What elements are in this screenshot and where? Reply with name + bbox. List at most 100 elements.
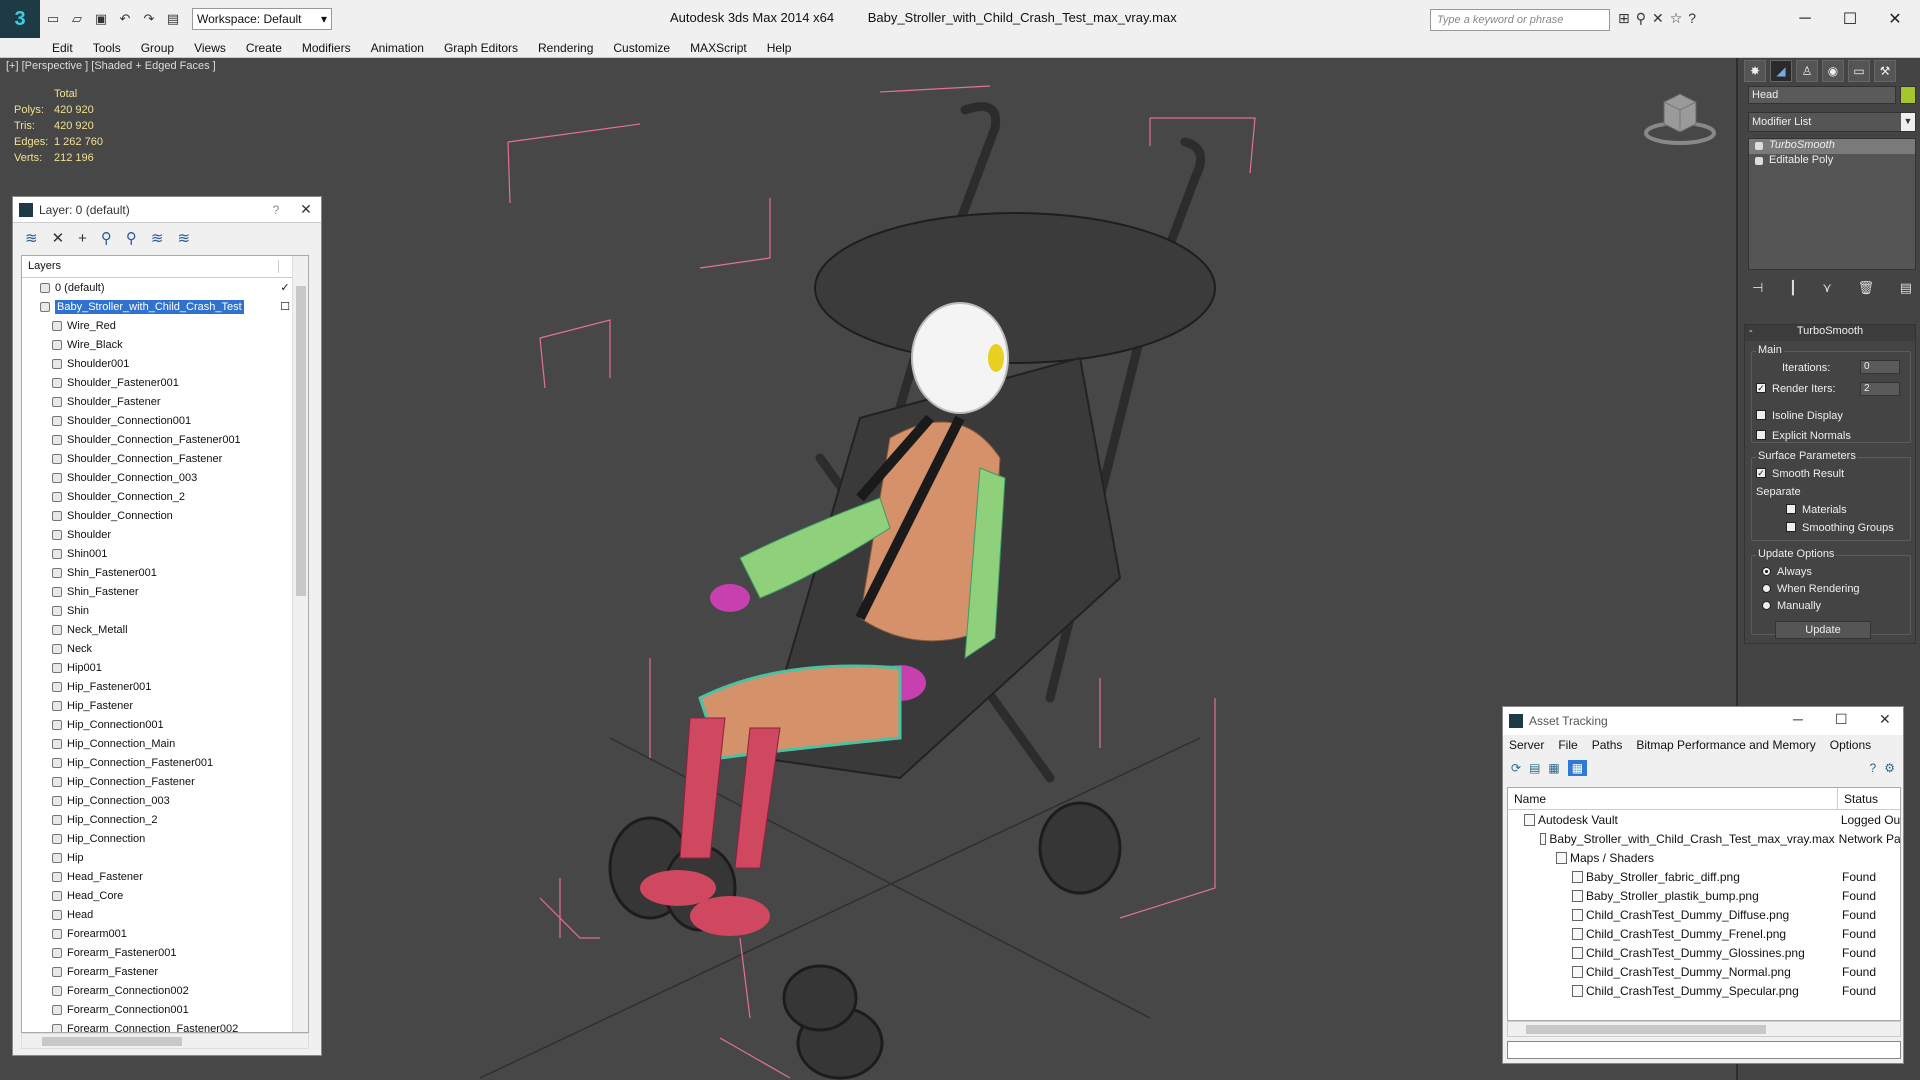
asset-row[interactable]: Baby_Stroller_plastik_bump.png Found [1508, 886, 1900, 905]
current-layer-toggle[interactable]: ☐ [278, 300, 292, 313]
menu-modifiers[interactable]: Modifiers [302, 41, 351, 55]
configure-sets-icon[interactable]: ▤ [1900, 280, 1912, 296]
layer-list-item[interactable]: Shoulder [22, 525, 308, 544]
layer-panel-titlebar[interactable]: Layer: 0 (default) ? ✕ [13, 197, 321, 223]
layer-list-item[interactable]: Head_Fastener [22, 867, 308, 886]
help-icon[interactable]: ? [1688, 10, 1696, 27]
horizontal-scrollbar[interactable] [21, 1033, 309, 1049]
current-layer-toggle[interactable]: ✓ [278, 281, 292, 294]
table-view-icon[interactable]: ▦ [1567, 760, 1588, 776]
layer-list-item[interactable]: Forearm001 [22, 924, 308, 943]
asset-row[interactable]: Maps / Shaders [1508, 848, 1900, 867]
status-column-header[interactable]: Status [1838, 788, 1884, 809]
show-end-result-icon[interactable]: ┃ [1789, 280, 1797, 296]
layers-column-header[interactable]: Layers [28, 260, 61, 273]
manually-radio[interactable] [1762, 600, 1771, 610]
settings-icon[interactable]: ⚙ [1884, 761, 1895, 775]
menu-animation[interactable]: Animation [371, 41, 424, 55]
layer-list-item[interactable]: Shoulder_Fastener [22, 392, 308, 411]
layer-list-item[interactable]: Forearm_Connection001 [22, 1000, 308, 1019]
render-iters-spinner[interactable]: 2 [1860, 382, 1900, 396]
pin-stack-icon[interactable]: ⊣ [1752, 280, 1763, 296]
menu-edit[interactable]: Edit [52, 41, 73, 55]
select-objects-icon[interactable]: ⚲ [101, 229, 112, 247]
layer-list-item[interactable]: Forearm_Fastener001 [22, 943, 308, 962]
viewcube[interactable] [1640, 88, 1720, 148]
at-menu-bitmap[interactable]: Bitmap Performance and Memory [1636, 738, 1815, 752]
menu-tools[interactable]: Tools [93, 41, 121, 55]
layer-list-item[interactable]: Shin [22, 601, 308, 620]
help-icon[interactable]: ? [261, 203, 291, 217]
layer-list-item[interactable]: Forearm_Fastener [22, 962, 308, 981]
asset-row[interactable]: Child_CrashTest_Dummy_Frenel.png Found [1508, 924, 1900, 943]
layer-list-item[interactable]: Neck_Metall [22, 620, 308, 639]
layer-list-item[interactable]: Hip [22, 848, 308, 867]
asset-row[interactable]: Baby_Stroller_fabric_diff.png Found [1508, 867, 1900, 886]
iterations-spinner[interactable]: 0 [1860, 360, 1900, 374]
expand-icon[interactable] [1755, 157, 1763, 165]
layer-list-item[interactable]: Hip_Fastener [22, 696, 308, 715]
help-icon[interactable]: ? [1870, 761, 1877, 775]
asset-row[interactable]: Autodesk Vault Logged Ou [1508, 810, 1900, 829]
stack-item-turbosmooth[interactable]: TurboSmooth [1749, 139, 1915, 154]
menu-help[interactable]: Help [767, 41, 792, 55]
menu-group[interactable]: Group [141, 41, 174, 55]
asset-row[interactable]: Child_CrashTest_Dummy_Glossines.png Found [1508, 943, 1900, 962]
minimize-button[interactable]: ─ [1785, 6, 1825, 32]
refresh-icon[interactable]: ⟳ [1511, 761, 1521, 775]
workspace-dropdown[interactable]: Workspace: Default ▾ [192, 8, 332, 30]
at-menu-paths[interactable]: Paths [1592, 738, 1623, 752]
layer-list-item[interactable]: Shoulder_Connection_003 [22, 468, 308, 487]
vertical-scrollbar[interactable] [292, 256, 308, 1032]
update-button[interactable]: Update [1775, 621, 1871, 639]
minimize-icon[interactable]: ─ [1793, 711, 1803, 727]
asset-row[interactable]: Child_CrashTest_Dummy_Diffuse.png Found [1508, 905, 1900, 924]
layer-list-item[interactable]: Hip_Connection001 [22, 715, 308, 734]
menu-customize[interactable]: Customize [613, 41, 670, 55]
layer-list-item[interactable]: Wire_Black [22, 335, 308, 354]
viewport-label[interactable]: [+] [Perspective ] [Shaded + Edged Faces… [6, 60, 216, 72]
layer-list-item[interactable]: Head [22, 905, 308, 924]
layer-list-item[interactable]: Hip_Connection_Main [22, 734, 308, 753]
at-menu-file[interactable]: File [1558, 738, 1577, 752]
layer-list-item[interactable]: Hip_Connection_003 [22, 791, 308, 810]
hide-all-icon[interactable]: ≋ [151, 229, 164, 247]
key-icon[interactable]: ⚲ [1636, 10, 1646, 27]
search-input[interactable]: Type a keyword or phrase [1430, 9, 1610, 31]
layer-list-item[interactable]: Forearm_Connection_Fastener002 [22, 1019, 308, 1032]
lightbulb-icon[interactable] [1755, 142, 1763, 150]
modifier-list-dropdown[interactable]: Modifier List ▼ [1748, 112, 1916, 132]
modify-tab-icon[interactable]: ◢ [1770, 60, 1792, 82]
redo-icon[interactable]: ↷ [138, 8, 160, 30]
menu-graph-editors[interactable]: Graph Editors [444, 41, 518, 55]
layer-list-item[interactable]: Neck [22, 639, 308, 658]
list-view-icon[interactable]: ▤ [1529, 761, 1540, 775]
remove-modifier-icon[interactable]: 🗑 [1858, 280, 1875, 296]
delete-layer-icon[interactable]: ✕ [52, 229, 65, 247]
save-icon[interactable]: ▣ [90, 8, 112, 30]
smooth-result-checkbox[interactable]: ✓ [1756, 468, 1766, 479]
at-menu-options[interactable]: Options [1830, 738, 1871, 752]
maximize-button[interactable]: ☐ [1830, 6, 1870, 32]
create-layer-icon[interactable]: ≋ [25, 229, 38, 247]
layer-list-item[interactable]: Hip_Connection_Fastener001 [22, 753, 308, 772]
layer-list-item[interactable]: Shin_Fastener [22, 582, 308, 601]
layer-list-item[interactable]: Hip001 [22, 658, 308, 677]
at-menu-server[interactable]: Server [1509, 738, 1544, 752]
layer-list-item[interactable]: Shoulder_Connection_2 [22, 487, 308, 506]
layer-list-item[interactable]: Hip_Connection_2 [22, 810, 308, 829]
isoline-checkbox[interactable] [1756, 410, 1766, 421]
layer-list-item[interactable]: Shin_Fastener001 [22, 563, 308, 582]
layer-list-item[interactable]: Hip_Connection_Fastener [22, 772, 308, 791]
layer-list-item[interactable]: Wire_Red [22, 316, 308, 335]
exchange-icon[interactable]: ✕ [1652, 10, 1664, 27]
utilities-tab-icon[interactable]: ⚒ [1874, 60, 1896, 82]
stack-item-editable-poly[interactable]: Editable Poly [1749, 154, 1915, 169]
undo-icon[interactable]: ↶ [114, 8, 136, 30]
layer-list-item[interactable]: Head_Core [22, 886, 308, 905]
make-unique-icon[interactable]: ⋎ [1822, 280, 1832, 296]
menu-maxscript[interactable]: MAXScript [690, 41, 747, 55]
always-radio[interactable] [1762, 566, 1771, 576]
object-color-swatch[interactable] [1900, 86, 1916, 104]
layer-list-item[interactable]: Shoulder_Connection001 [22, 411, 308, 430]
